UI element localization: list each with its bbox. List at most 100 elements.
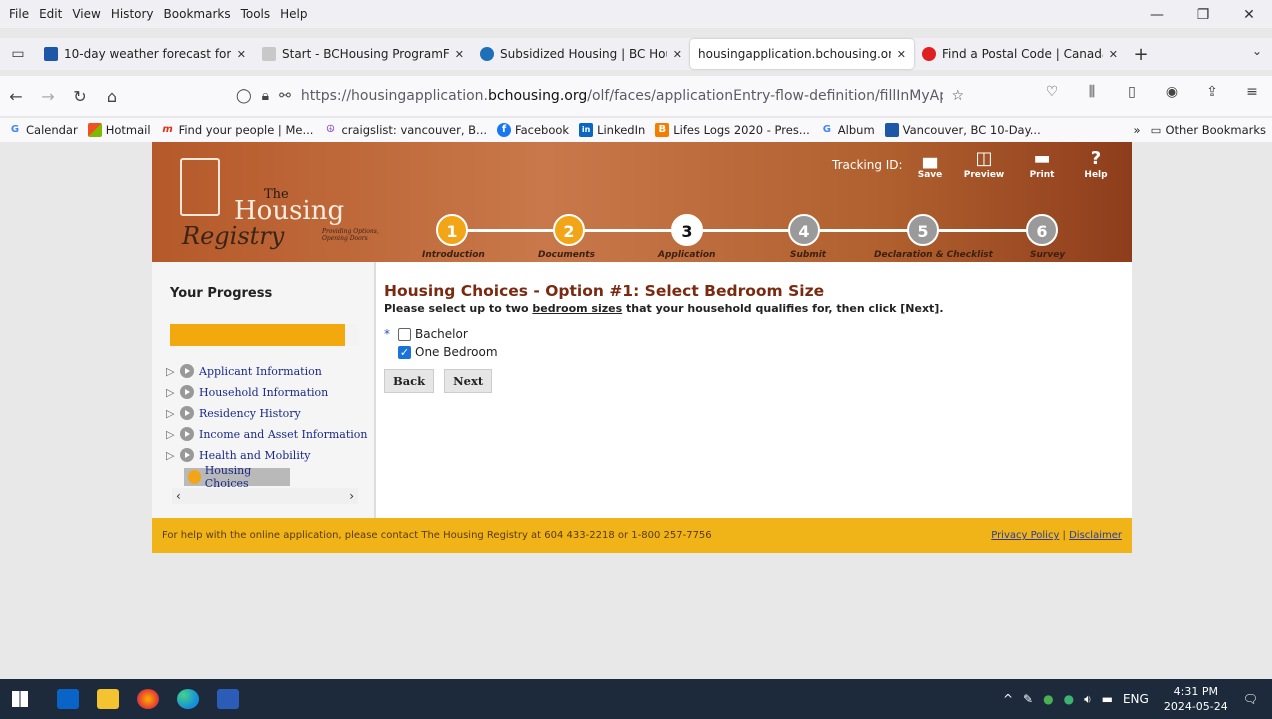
battery-icon[interactable]: ▬ [1102,692,1113,706]
instructions-before: Please select up to two [384,302,533,315]
outlook-icon[interactable] [48,679,88,719]
sidebar-icon[interactable]: ▯ [1112,84,1152,100]
close-icon[interactable]: ✕ [237,48,246,61]
hamburger-menu-icon[interactable]: ≡ [1232,84,1272,100]
expand-triangle-icon[interactable]: ▷ [166,407,176,420]
app-tray-icon[interactable]: ● [1043,692,1053,706]
new-tab-plus-icon[interactable]: + [1126,44,1156,65]
sidebar-item-applicant-information[interactable]: ▷ Applicant Information [166,364,322,378]
back-button[interactable]: Back [384,369,435,393]
one-bedroom-checkbox[interactable]: ✓ [398,345,411,359]
other-bookmarks[interactable]: Other Bookmarks [1165,123,1266,137]
windows-start-icon[interactable] [0,679,40,719]
bookmark-calendar[interactable]: G Calendar [4,123,84,137]
tab-weather[interactable]: 10-day weather forecast for Var ✕ [36,39,254,69]
privacy-policy-link[interactable]: Privacy Policy [991,530,1059,541]
edge-icon[interactable] [168,679,208,719]
back-arrow-icon[interactable]: ← [0,87,32,106]
bachelor-checkbox[interactable] [398,327,411,341]
clock-date: 2024-05-24 [1163,700,1228,713]
scroll-right-icon[interactable]: › [349,489,354,503]
menu-help[interactable]: Help [275,7,312,21]
bookmark-vancouver-weather[interactable]: ■Vancouver, BC 10-Day... [881,123,1047,137]
tab-housing-application[interactable]: housingapplication.bchousing.org/c ✕ [690,39,914,69]
menu-bookmarks[interactable]: Bookmarks [159,7,236,21]
url-text[interactable]: https://housingapplication.bchousing.org… [301,88,944,104]
forward-arrow-icon[interactable]: → [32,87,64,106]
footer-help-text: For help with the online application, pl… [162,530,712,541]
expand-triangle-icon[interactable]: ▷ [166,428,176,441]
language-indicator[interactable]: ENG [1123,692,1149,706]
library-icon[interactable]: ⫼ [1072,84,1112,100]
bookmark-album[interactable]: G Album [816,123,881,137]
notifications-icon[interactable]: 🗨︎ [1243,692,1258,706]
tab-postal-code[interactable]: Find a Postal Code | Canada Po ✕ [914,39,1126,69]
sidebar-item-housing-choices[interactable]: Housing Choices [184,464,290,490]
close-icon[interactable]: ✕ [455,48,464,61]
one-bedroom-label: One Bedroom [415,345,498,359]
tab-subsidized-housing[interactable]: Subsidized Housing | BC Housin ✕ [472,39,690,69]
word-icon[interactable] [208,679,248,719]
save-button[interactable]: ▄ Save [904,148,956,180]
reload-icon[interactable]: ↻ [64,87,96,106]
play-circle-icon [180,364,194,378]
pen-icon[interactable]: ✎ [1023,692,1033,706]
pocket-icon[interactable]: ♡ [1032,84,1072,100]
close-icon[interactable]: ✕ [1109,48,1118,61]
security-shield-icon[interactable]: ● [1064,692,1074,706]
restore-icon[interactable]: ❐ [1180,0,1226,28]
home-icon[interactable]: ⌂ [96,87,128,106]
sidebar-scrollbar[interactable]: ‹ › [172,488,358,504]
firefox-icon[interactable] [128,679,168,719]
bookmark-label: Vancouver, BC 10-Day... [902,123,1041,137]
menu-tools[interactable]: Tools [236,7,276,21]
sidebar-item-residency-history[interactable]: ▷ Residency History [166,406,301,420]
bookmark-facebook[interactable]: f Facebook [493,123,575,137]
bookmark-craigslist[interactable]: ☮ craigslist: vancouver, B... [319,123,493,137]
url-bar[interactable]: ◯ 🔒︎ ⚯ https://housingapplication.bchous… [236,81,974,111]
extensions-icon[interactable]: ⇪ [1192,84,1232,100]
tab-bchousing-start[interactable]: Start - BCHousing ProgramFind ✕ [254,39,472,69]
volume-icon[interactable]: 🔉︎ [1084,692,1092,707]
clock[interactable]: 4:31 PM 2024-05-24 [1164,684,1228,714]
preview-button[interactable]: ◫ Preview [958,148,1010,180]
bookmark-meetup[interactable]: m Find your people | Me... [157,123,320,137]
expand-triangle-icon[interactable]: ▷ [166,386,176,399]
disclaimer-link[interactable]: Disclaimer [1069,530,1122,541]
menu-edit[interactable]: Edit [34,7,67,21]
peace-icon: ☮ [325,124,335,135]
bedroom-sizes-link[interactable]: bedroom sizes [532,302,622,315]
sidebar-item-income-asset[interactable]: ▷ Income and Asset Information [166,427,368,441]
chevron-down-icon[interactable]: ⌄ [1252,44,1262,58]
shield-icon[interactable]: ◯ [236,88,252,104]
scroll-left-icon[interactable]: ‹ [176,489,181,503]
account-icon[interactable]: ◉ [1152,84,1192,100]
next-button[interactable]: Next [444,369,493,393]
print-button[interactable]: ▬ Print [1016,148,1068,180]
close-window-icon[interactable]: ✕ [1226,0,1272,28]
permissions-icon[interactable]: ⚯ [279,88,291,104]
help-label: Help [1084,170,1108,180]
close-icon[interactable]: ✕ [897,48,906,61]
navigation-bar: ← → ↻ ⌂ ◯ 🔒︎ ⚯ https://housingapplicatio… [0,76,1272,116]
sidebar-item-health-mobility[interactable]: ▷ Health and Mobility [166,448,310,462]
help-button[interactable]: ? Help [1070,148,1122,180]
menu-history[interactable]: History [106,7,159,21]
show-hidden-icons-chevron-icon[interactable]: ^ [1003,692,1013,706]
expand-triangle-icon[interactable]: ▷ [166,365,176,378]
file-explorer-icon[interactable] [88,679,128,719]
menu-file[interactable]: File [4,7,34,21]
expand-triangle-icon[interactable]: ▷ [166,449,176,462]
menu-view[interactable]: View [67,7,105,21]
sidebar-item-label: Housing Choices [204,464,252,490]
bookmark-hotmail[interactable]: ■Hotmail [84,123,157,137]
chevron-right-double-icon[interactable]: » [1134,123,1141,137]
lock-icon[interactable]: 🔒︎ [262,88,269,104]
bookmark-star-icon[interactable]: ☆ [951,88,964,104]
close-icon[interactable]: ✕ [673,48,682,61]
minimize-icon[interactable]: — [1134,0,1180,28]
bookmark-lifes-logs[interactable]: B Lifes Logs 2020 - Pres... [651,123,816,137]
bookmark-linkedin[interactable]: in LinkedIn [575,123,651,137]
tab-list-icon[interactable]: ▭ [0,46,36,62]
sidebar-item-household-information[interactable]: ▷ Household Information [166,385,328,399]
